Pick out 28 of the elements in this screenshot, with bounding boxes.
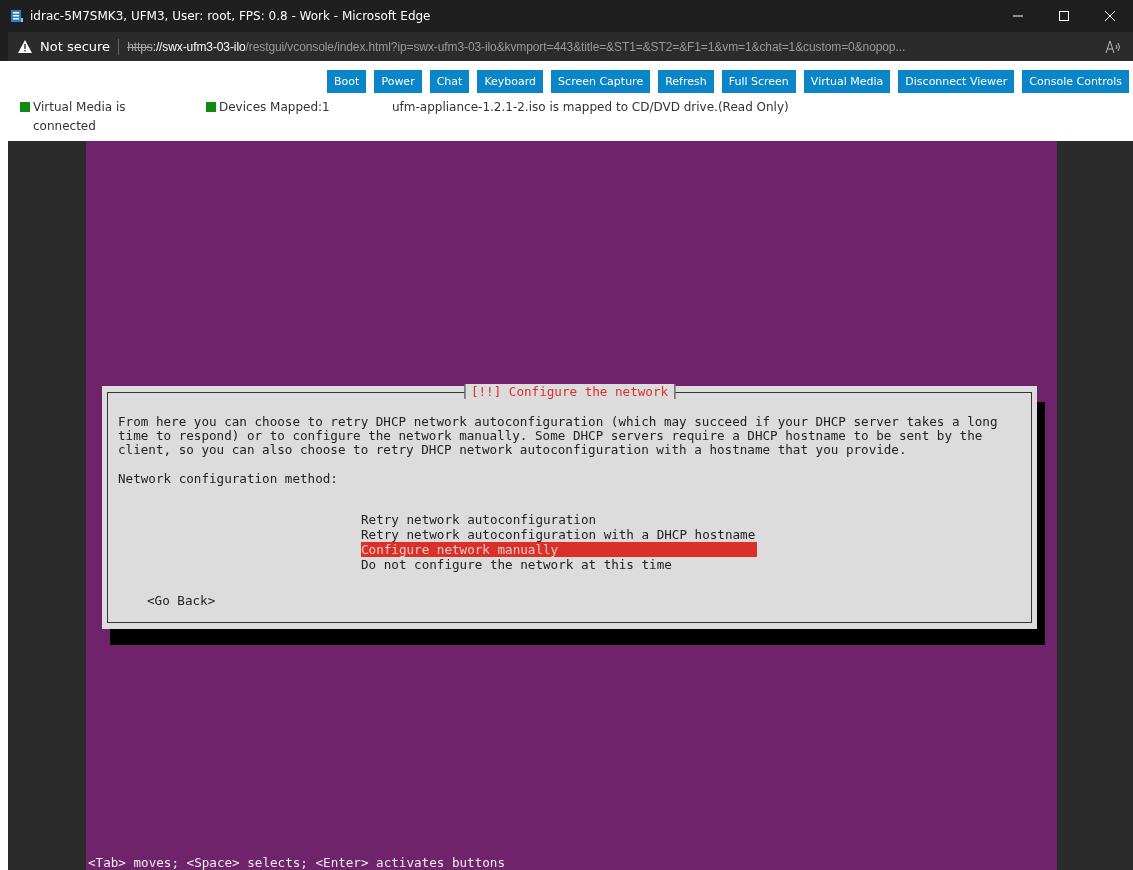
window-title: idrac-5M7SMK3, UFM3, User: root, FPS: 0.8 - Work - Microsoft Edge [30, 9, 432, 23]
menu-option[interactable]: Retry network autoconfiguration with a DHCP hostname [361, 527, 757, 542]
toolbar-button[interactable]: Console Controls [1022, 70, 1129, 93]
toolbar-button[interactable]: Virtual Media [803, 70, 891, 93]
toolbar-button[interactable]: Keyboard [477, 70, 544, 93]
toolbar-button[interactable]: Refresh [658, 70, 714, 93]
status-text: ufm-appliance-1.2.1-2.iso is mapped to CD/DVD drive.(Read Only) [392, 99, 789, 116]
security-label[interactable]: Not secure [40, 39, 111, 54]
toolbar-button[interactable]: Boot [327, 70, 367, 93]
keyboard-hint: <Tab> moves; <Space> selects; <Enter> activates buttons [87, 856, 506, 870]
menu-option[interactable]: Do not configure the network at this time [361, 557, 757, 572]
read-aloud-icon[interactable] [1105, 39, 1123, 54]
status-text: Virtual Media is connected [33, 99, 127, 135]
status-text: Devices Mapped:1 [219, 99, 330, 116]
toolbar-button[interactable]: Power [374, 70, 422, 93]
warning-icon [18, 40, 32, 53]
menu-option[interactable]: Retry network autoconfiguration [361, 512, 757, 527]
url-text[interactable]: https://swx-ufm3-03-ilo/restgui/vconsole/index.html?ip=swx-ufm3-03-ilo&kvmport=443&title=&ST1=&ST2=&F1=1&vm=1&chat=1&custom=0&nopop... [127, 39, 1097, 54]
dialog-title: [!!] Configure the network [463, 384, 676, 399]
toolbar-button[interactable]: Full Screen [721, 70, 796, 93]
toolbar-button[interactable]: Screen Capture [551, 70, 651, 93]
dialog-description: From here you can choose to retry DHCP network autoconfiguration (which may succeed if your DHCP server takes a long time to respond) or to configure the network manually. Some DHCP servers require a DHCP hostname to be sent by the client, so you can also choose to retry DHCP network autoconfiguration with a hostname that you provide. [118, 415, 999, 457]
toolbar-button[interactable]: Chat [429, 70, 470, 93]
go-back-button[interactable]: <Go Back> [147, 593, 216, 608]
server-icon [10, 9, 24, 23]
toolbar-button[interactable]: Disconnect Viewer [898, 70, 1015, 93]
menu-option[interactable]: Configure network manually [361, 542, 757, 557]
method-prompt: Network configuration method: [118, 471, 339, 486]
